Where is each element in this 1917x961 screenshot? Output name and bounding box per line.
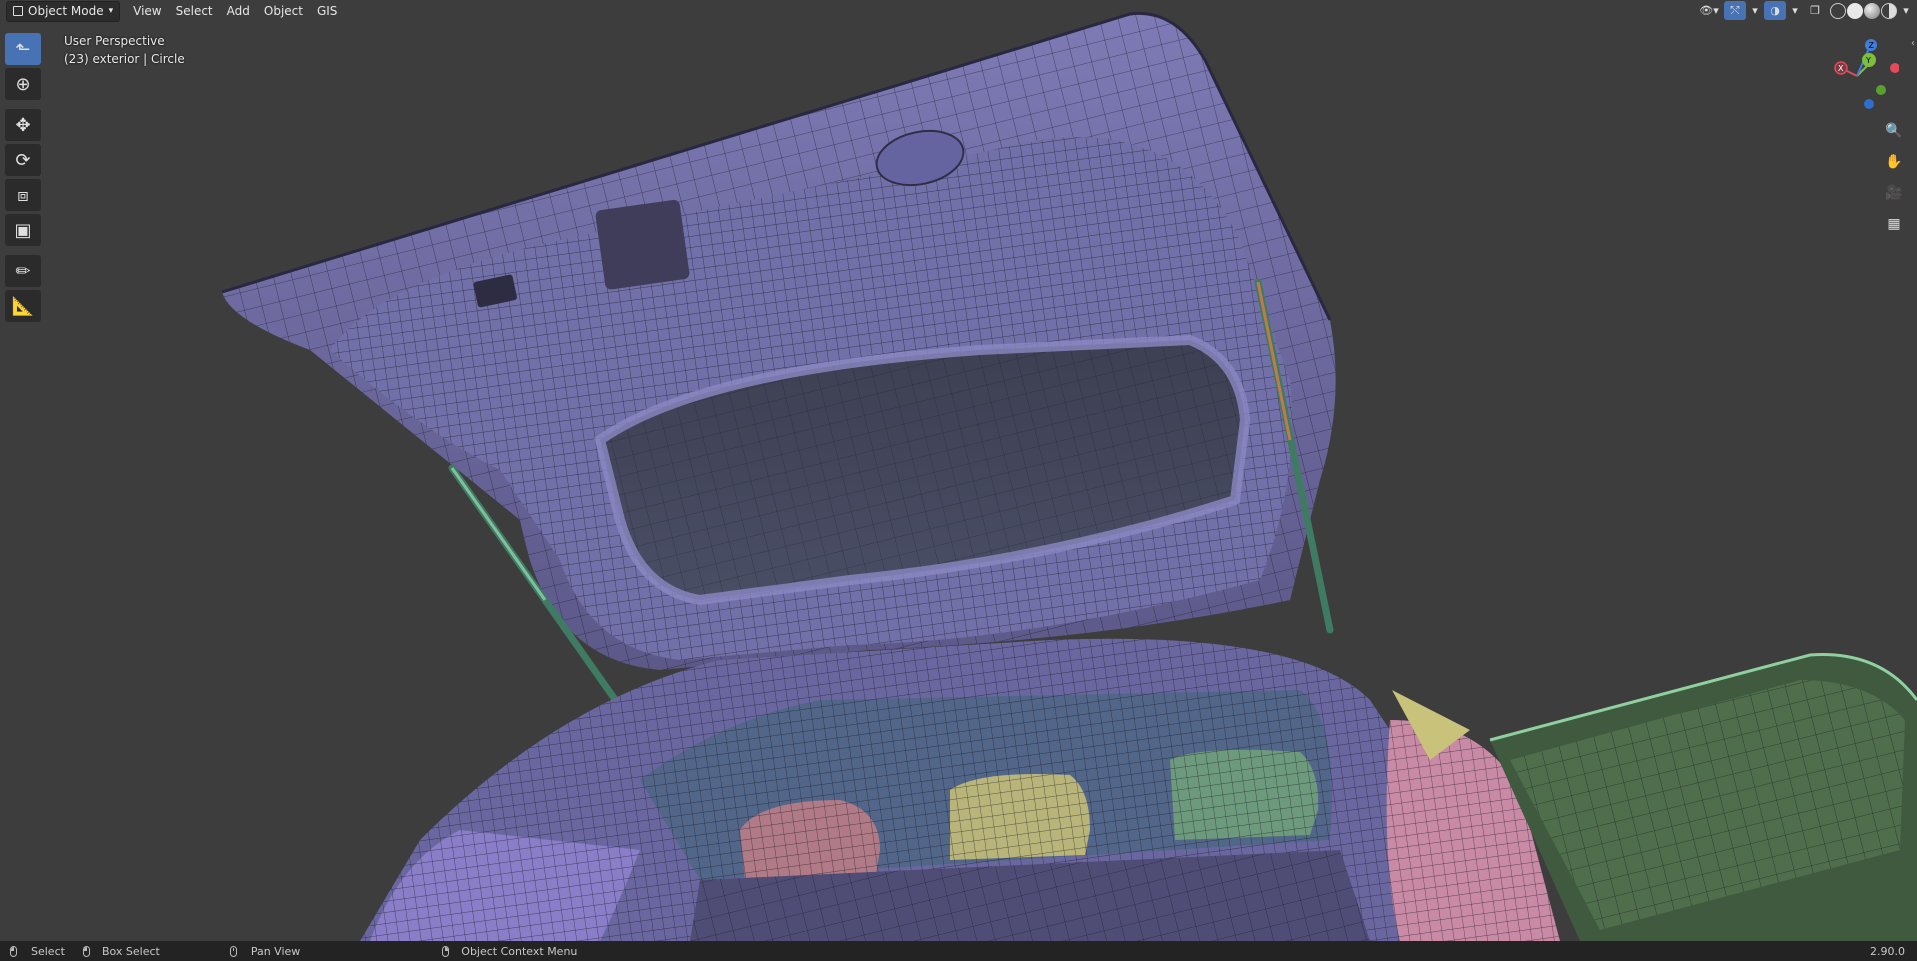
- menu-view[interactable]: View: [126, 2, 168, 21]
- x-axis-icon: [1890, 63, 1899, 73]
- svg-text:Z: Z: [1869, 41, 1875, 50]
- visibility-icon[interactable]: 👁▾: [1698, 1, 1720, 20]
- z-neg-axis-icon: [1864, 99, 1874, 109]
- cursor-tool[interactable]: ⊕: [5, 68, 41, 100]
- svg-text:Y: Y: [1865, 56, 1871, 65]
- select-box-tool[interactable]: ⬑: [5, 33, 41, 65]
- viewport-header: Object Mode ▾ View Select Add Object GIS…: [0, 0, 1917, 22]
- mouse-right-icon: [442, 945, 450, 957]
- mouse-drag-icon: [82, 945, 90, 957]
- rendered-shading-icon[interactable]: [1881, 2, 1897, 19]
- pan-icon[interactable]: ✋: [1881, 149, 1907, 175]
- menu-select[interactable]: Select: [169, 2, 220, 21]
- move-icon: ✥: [15, 114, 31, 136]
- object-mode-label: Object Mode: [28, 4, 104, 18]
- object-mode-icon: [13, 6, 23, 16]
- solid-shading-icon[interactable]: [1847, 2, 1863, 19]
- annotate-icon: ✏: [15, 260, 31, 282]
- transform-tool[interactable]: ▣: [5, 214, 41, 246]
- material-shading-icon[interactable]: [1864, 2, 1880, 19]
- status-pan-label: Pan View: [250, 944, 301, 958]
- scale-icon: ⧈: [17, 184, 29, 206]
- status-bar: Select Box Select Pan View Object Contex…: [0, 941, 1917, 961]
- status-pan-view: Pan View: [229, 944, 301, 958]
- sidebar-toggle-icon[interactable]: ‹: [1911, 38, 1915, 49]
- shading-mode-group: [1830, 2, 1897, 19]
- 3d-viewport[interactable]: Object Mode ▾ View Select Add Object GIS…: [0, 0, 1917, 941]
- tool-shelf: ⬑ ⊕ ✥ ⟳ ⧈ ▣ ✏ 📐: [5, 33, 43, 325]
- object-mode-dropdown[interactable]: Object Mode ▾: [6, 0, 121, 22]
- y-neg-axis-icon: [1876, 85, 1886, 95]
- annotate-tool[interactable]: ✏: [5, 255, 41, 287]
- header-right-tools: 👁▾ ⤲ ▾ ◑ ▾ ❐ ▾: [1698, 1, 1911, 20]
- status-box-select: Box Select: [82, 944, 160, 958]
- svg-text:X: X: [1838, 64, 1844, 73]
- object-info: (23) exterior | Circle: [64, 52, 185, 66]
- viewport-info: User Perspective (23) exterior | Circle: [64, 32, 185, 68]
- ortho-grid-icon[interactable]: ▦: [1881, 211, 1907, 237]
- mouse-middle-icon: [229, 945, 237, 957]
- scene-render[interactable]: [0, 0, 1917, 941]
- status-select: Select: [10, 945, 65, 958]
- menu-object[interactable]: Object: [257, 2, 310, 21]
- version-label: 2.90.0: [1870, 944, 1905, 958]
- cursor-icon: ⊕: [15, 73, 31, 95]
- menu-gis[interactable]: GIS: [310, 2, 344, 21]
- transform-icon: ▣: [14, 219, 32, 241]
- rotate-icon: ⟳: [15, 149, 31, 171]
- status-context-menu: Object Context Menu: [442, 945, 577, 958]
- camera-icon[interactable]: 🎥: [1881, 180, 1907, 206]
- measure-icon: 📐: [11, 295, 35, 317]
- scale-tool[interactable]: ⧈: [5, 179, 41, 211]
- gizmo-icon[interactable]: ⤲: [1724, 1, 1746, 20]
- zoom-icon[interactable]: 🔍: [1881, 118, 1907, 144]
- mouse-left-icon: [10, 945, 17, 957]
- shading-dropdown-icon[interactable]: ▾: [1901, 1, 1911, 20]
- view-name: User Perspective: [64, 34, 165, 48]
- xray-icon[interactable]: ❐: [1804, 1, 1826, 20]
- chevron-down-icon: ▾: [108, 6, 114, 16]
- status-box-select-label: Box Select: [101, 944, 160, 958]
- select-box-icon: ⬑: [15, 38, 31, 60]
- rotate-tool[interactable]: ⟳: [5, 144, 41, 176]
- navigation-gizmo[interactable]: Z Y X: [1819, 36, 1899, 112]
- overlay-dropdown-icon[interactable]: ▾: [1790, 1, 1800, 20]
- status-select-label: Select: [31, 944, 65, 958]
- overlay-icon[interactable]: ◑: [1764, 1, 1786, 20]
- wireframe-shading-icon[interactable]: [1830, 2, 1846, 19]
- viewport-menu: View Select Add Object GIS: [126, 2, 344, 21]
- measure-tool[interactable]: 📐: [5, 290, 41, 322]
- gizmo-dropdown-icon[interactable]: ▾: [1750, 1, 1760, 20]
- menu-add[interactable]: Add: [220, 2, 257, 21]
- navigation-bar: 🔍 ✋ 🎥 ▦: [1881, 118, 1907, 242]
- move-tool[interactable]: ✥: [5, 109, 41, 141]
- status-context-label: Object Context Menu: [461, 944, 578, 958]
